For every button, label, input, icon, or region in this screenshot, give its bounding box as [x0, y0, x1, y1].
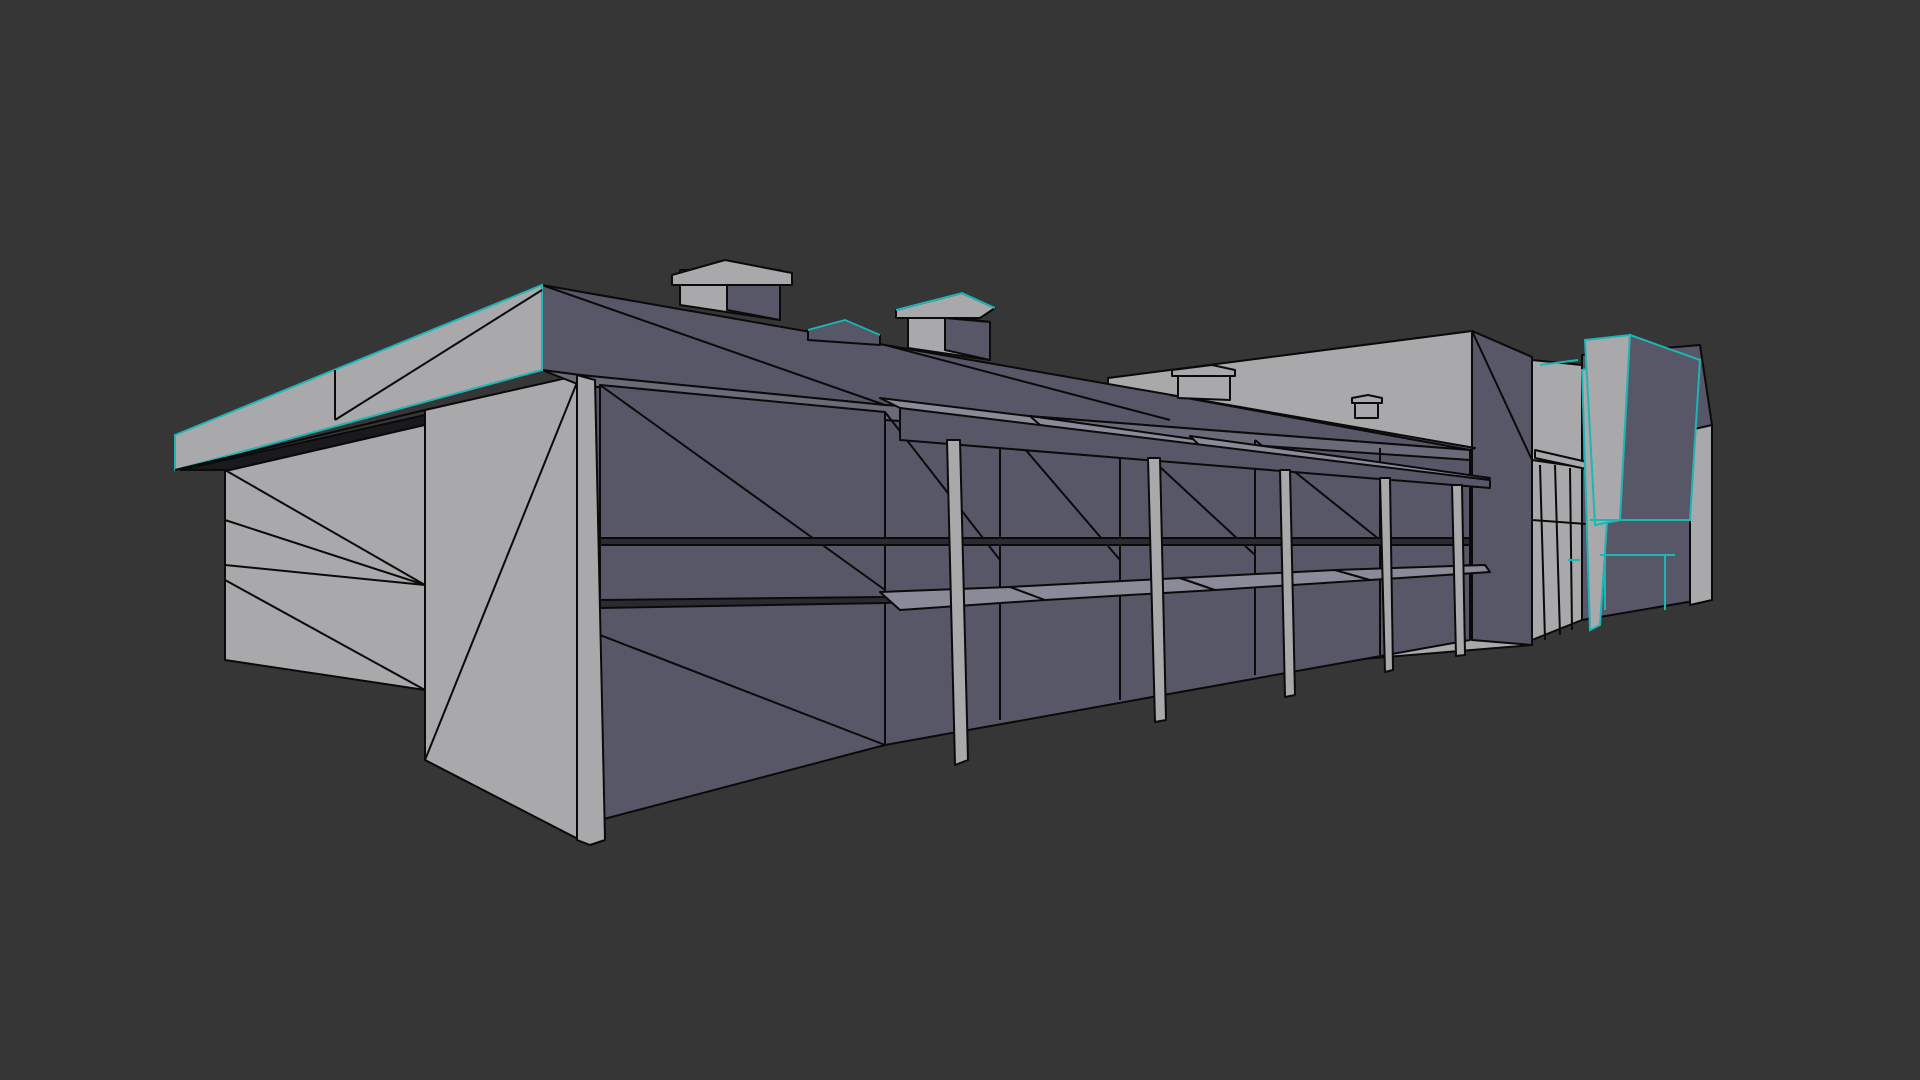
- 3d-viewport[interactable]: [0, 0, 1920, 1080]
- main-end-wall[interactable]: [424, 374, 581, 841]
- chimney-5-cap[interactable]: [1351, 394, 1383, 404]
- upper-rail[interactable]: [599, 537, 1471, 546]
- pillar-cluster-back[interactable]: [1618, 333, 1702, 521]
- building-mesh-view[interactable]: [0, 0, 1920, 1080]
